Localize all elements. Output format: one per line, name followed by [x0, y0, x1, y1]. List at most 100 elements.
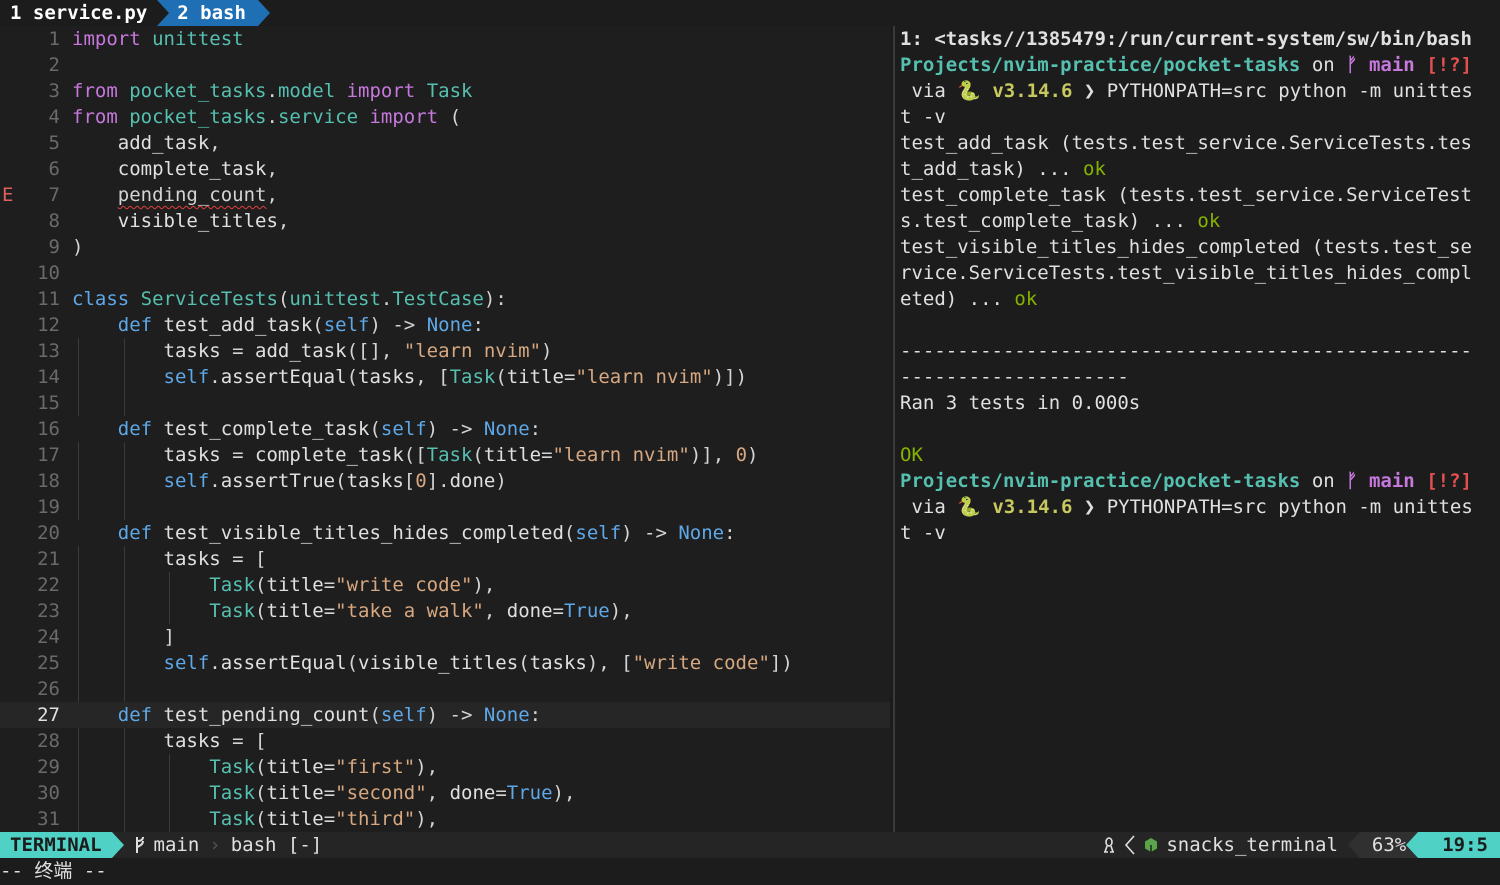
line-number: 5: [48, 132, 60, 154]
code-line[interactable]: 5 add_task,: [0, 130, 890, 156]
code-line[interactable]: 10: [0, 260, 890, 286]
code-line[interactable]: 19: [0, 494, 890, 520]
line-number: 13: [37, 340, 60, 362]
code-text: ]: [72, 626, 175, 648]
terminal-line: rvice.ServiceTests.test_visible_titles_h…: [900, 262, 1472, 284]
line-number: 18: [37, 470, 60, 492]
statusline: TERMINAL main › bash [-] snacks_terminal…: [0, 832, 1500, 858]
line-number: 29: [37, 756, 60, 778]
code-line[interactable]: 12 def test_add_task(self) -> None:: [0, 312, 890, 338]
code-line[interactable]: 13 tasks = add_task([], "learn nvim"): [0, 338, 890, 364]
terminal-pane[interactable]: 1: <tasks//1385479:/run/current-system/s…: [900, 26, 1500, 832]
code-line[interactable]: 8 visible_titles,: [0, 208, 890, 234]
code-line[interactable]: E7 pending_count,: [0, 182, 890, 208]
line-number: 31: [37, 808, 60, 830]
code-text: pending_count,: [117, 184, 278, 206]
chevron-right-icon: ›: [209, 834, 221, 856]
linux-icon: [1102, 836, 1116, 854]
line-number: 30: [37, 782, 60, 804]
line-number: 14: [37, 366, 60, 388]
line-number: 23: [37, 600, 60, 622]
code-text: self.assertTrue(tasks[0].done): [163, 470, 507, 492]
command-line[interactable]: -- 终端 --: [0, 858, 1500, 885]
editor-pane[interactable]: 1 import unittest 2 3 from pocket_tasks.mode…: [0, 26, 890, 832]
code-line[interactable]: 17 tasks = complete_task([Task(title="le…: [0, 442, 890, 468]
code-line[interactable]: 18 self.assertTrue(tasks[0].done): [0, 468, 890, 494]
terminal-line: via 🐍 v3.14.6 ❯ PYTHONPATH=src python -m…: [900, 80, 1473, 102]
code-text: add_task,: [117, 132, 221, 154]
line-number: 7: [48, 184, 60, 206]
git-branch-icon: [134, 835, 146, 855]
buffer-name: bash [-]: [230, 834, 323, 856]
code-line[interactable]: 6 complete_task,: [0, 156, 890, 182]
code-text: tasks = add_task([], "learn nvim"): [163, 340, 553, 362]
indent-guide: [78, 494, 79, 520]
terminal-line: test_visible_titles_hides_completed (tes…: [900, 236, 1472, 258]
line-number: 28: [37, 730, 60, 752]
indent-guide: [78, 390, 79, 416]
terminal-line: t -v: [900, 522, 946, 544]
terminal-line: OK: [900, 444, 923, 466]
code-line[interactable]: 21 tasks = [: [0, 546, 890, 572]
filetype-segment: snacks_terminal: [1092, 832, 1348, 858]
code-line[interactable]: 25 self.assertEqual(visible_titles(tasks…: [0, 650, 890, 676]
tab-service-py[interactable]: 1 service.py: [0, 0, 158, 26]
window-divider[interactable]: [893, 26, 895, 832]
code-line[interactable]: 15: [0, 390, 890, 416]
code-text: Task(title="take a walk", done=True),: [209, 600, 633, 622]
line-number: 6: [48, 158, 60, 180]
code-line[interactable]: 16 def test_complete_task(self) -> None:: [0, 416, 890, 442]
line-number: 24: [37, 626, 60, 648]
code-text: tasks = [: [163, 730, 267, 752]
code-line[interactable]: 27 def test_pending_count(self) -> None:: [0, 702, 890, 728]
line-number: 8: [48, 210, 60, 232]
code-line[interactable]: 14 self.assertEqual(tasks, [Task(title="…: [0, 364, 890, 390]
terminal-line: --------------------: [900, 366, 1129, 388]
mode-arrow: [111, 832, 124, 858]
code-line[interactable]: 26: [0, 676, 890, 702]
code-line[interactable]: 30 Task(title="second", done=True),: [0, 780, 890, 806]
line-number: 26: [37, 678, 60, 700]
indent-guide: [123, 390, 125, 416]
code-text: complete_task,: [117, 158, 278, 180]
code-line[interactable]: 1 import unittest: [0, 26, 890, 52]
code-line[interactable]: 9): [0, 234, 890, 260]
code-text: from pocket_tasks.service import (: [72, 106, 462, 128]
tab-bash[interactable]: 2 bash: [157, 0, 258, 26]
code-line[interactable]: 20 def test_visible_titles_hides_complet…: [0, 520, 890, 546]
line-number: 11: [37, 288, 60, 310]
code-text: visible_titles,: [117, 210, 290, 232]
code-line[interactable]: 3 from pocket_tasks.model import Task: [0, 78, 890, 104]
code-line[interactable]: 2: [0, 52, 890, 78]
code-line[interactable]: 31 Task(title="third"),: [0, 806, 890, 832]
terminal-line: t_add_task) ... ok: [900, 158, 1106, 180]
terminal-line: eted) ... ok: [900, 288, 1038, 310]
terminal-line: test_complete_task (tests.test_service.S…: [900, 184, 1472, 206]
code-line[interactable]: 24 ]: [0, 624, 890, 650]
code-line[interactable]: 22 Task(title="write code"),: [0, 572, 890, 598]
terminal-line: ----------------------------------------…: [900, 340, 1472, 362]
tab-separator: [157, 0, 170, 26]
cursor-position: 19:5: [1418, 832, 1500, 858]
code-line[interactable]: 28 tasks = [: [0, 728, 890, 754]
indent-guide: [123, 494, 125, 520]
terminal-line: test_add_task (tests.test_service.Servic…: [900, 132, 1472, 154]
line-number: 2: [48, 54, 60, 76]
terminal-line: 1: <tasks//1385479:/run/current-system/s…: [900, 28, 1472, 50]
code-line[interactable]: 4 from pocket_tasks.service import (: [0, 104, 890, 130]
code-text: self.assertEqual(visible_titles(tasks), …: [163, 652, 793, 674]
chevron-left-icon: [1124, 834, 1136, 856]
indent-guide: [78, 676, 79, 702]
code-line[interactable]: 11 class ServiceTests(unittest.TestCase):: [0, 286, 890, 312]
line-number: 4: [48, 106, 60, 128]
tab-arrow: [257, 0, 270, 26]
code-line[interactable]: 29 Task(title="first"),: [0, 754, 890, 780]
terminal-line: s.test_complete_task) ... ok: [900, 210, 1221, 232]
code-text: tasks = complete_task([Task(title="learn…: [163, 444, 759, 466]
line-number: 15: [37, 392, 60, 414]
code-text: def test_add_task(self) -> None:: [117, 314, 484, 336]
percent-arrow: [1347, 832, 1360, 858]
terminal-line: Projects/nvim-practice/pocket-tasks on ᚠ…: [900, 470, 1472, 492]
code-line[interactable]: 23 Task(title="take a walk", done=True),: [0, 598, 890, 624]
